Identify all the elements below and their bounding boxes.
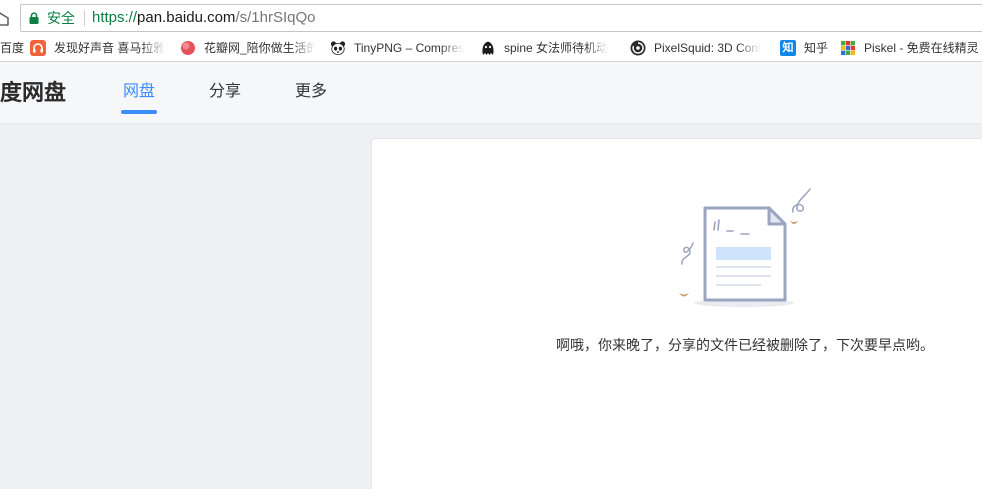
home-icon[interactable] (0, 8, 12, 26)
tab-wangpan[interactable]: 网盘 (121, 81, 157, 114)
squiggle-decoration (681, 242, 694, 265)
document-text-line (716, 266, 771, 268)
bookmark-tinypng[interactable]: TinyPNG – Compres (330, 37, 480, 59)
pixelsquid-icon (630, 40, 646, 56)
bookmark-label: 发现好声音 喜马拉雅 (54, 41, 166, 55)
url-host: pan.baidu.com (137, 9, 236, 26)
bookmark-label: Piskel - 免费在线精灵 (864, 41, 979, 55)
tinypng-panda-icon (330, 41, 346, 55)
active-tab-indicator (121, 110, 157, 114)
bookmark-huaban[interactable]: 花瓣网_陪你做生活的 (180, 37, 330, 59)
ximalaya-icon (30, 40, 46, 56)
bookmark-label: 百度 (0, 41, 25, 55)
tab-label: 网盘 (122, 83, 155, 100)
zhihu-icon: 知 (780, 40, 796, 56)
crumb-decoration (679, 293, 689, 297)
crumb-decoration (790, 221, 798, 224)
bookmark-label: TinyPNG – Compres (354, 41, 465, 55)
share-content-card: 啊哦，你来晚了，分享的文件已经被删除了，下次要早点哟。 (371, 138, 982, 489)
bookmark-pixelsquid[interactable]: PixelSquid: 3D Cont (630, 37, 780, 59)
bookmark-baidu[interactable]: 百度 (0, 37, 30, 59)
document-text-line (716, 275, 771, 277)
omnibox-separator (84, 10, 85, 26)
tab-more[interactable]: 更多 (293, 81, 329, 114)
url-scheme: https:// (92, 9, 138, 26)
bookmarks-bar: 百度 发现好声音 喜马拉雅 花瓣网_陪你做生活的 TinyPNG – Compr… (0, 35, 982, 62)
deleted-share-message: 啊哦，你来晚了，分享的文件已经被删除了，下次要早点哟。 (556, 337, 934, 353)
site-info-chip[interactable]: 安全 (25, 7, 81, 29)
bookmark-piskel[interactable]: Piskel - 免费在线精灵 (840, 37, 982, 59)
huaban-icon (181, 41, 195, 55)
bookmark-label: 花瓣网_陪你做生活的 (204, 41, 316, 55)
site-header: 度网盘 网盘 分享 更多 (0, 62, 982, 124)
address-bar[interactable]: 安全 https://pan.baidu.com/s/1hrSIqQo (20, 4, 982, 32)
zhihu-logo-glyph: 知 (782, 42, 794, 54)
lock-icon[interactable] (29, 12, 39, 24)
browser-toolbar: 安全 https://pan.baidu.com/s/1hrSIqQo (0, 0, 982, 35)
bookmark-spine[interactable]: spine 女法师待机动 (480, 37, 630, 59)
security-label[interactable]: 安全 (47, 10, 75, 26)
tab-share[interactable]: 分享 (207, 81, 243, 114)
tab-label: 更多 (294, 83, 327, 100)
url-path: /s/1hrSIqQo (235, 9, 316, 26)
deleted-file-icon (679, 188, 811, 307)
bookmark-label: spine 女法师待机动 (504, 41, 609, 55)
document-folded-corner (767, 206, 787, 226)
document-title-block (716, 247, 771, 260)
bookmark-label: 知乎 (804, 41, 829, 55)
url-text[interactable]: https://pan.baidu.com/s/1hrSIqQo (92, 8, 315, 28)
bookmark-label: PixelSquid: 3D Cont (654, 41, 762, 55)
tab-label: 分享 (208, 83, 241, 100)
squiggle-decoration (792, 188, 811, 213)
piskel-icon (841, 41, 855, 55)
bookmark-ximalaya[interactable]: 发现好声音 喜马拉雅 (30, 37, 180, 59)
spine-icon (482, 41, 494, 55)
site-logo[interactable]: 度网盘 (0, 78, 66, 108)
bookmark-zhihu[interactable]: 知 知乎 (780, 37, 840, 59)
document-text-line (716, 284, 761, 286)
